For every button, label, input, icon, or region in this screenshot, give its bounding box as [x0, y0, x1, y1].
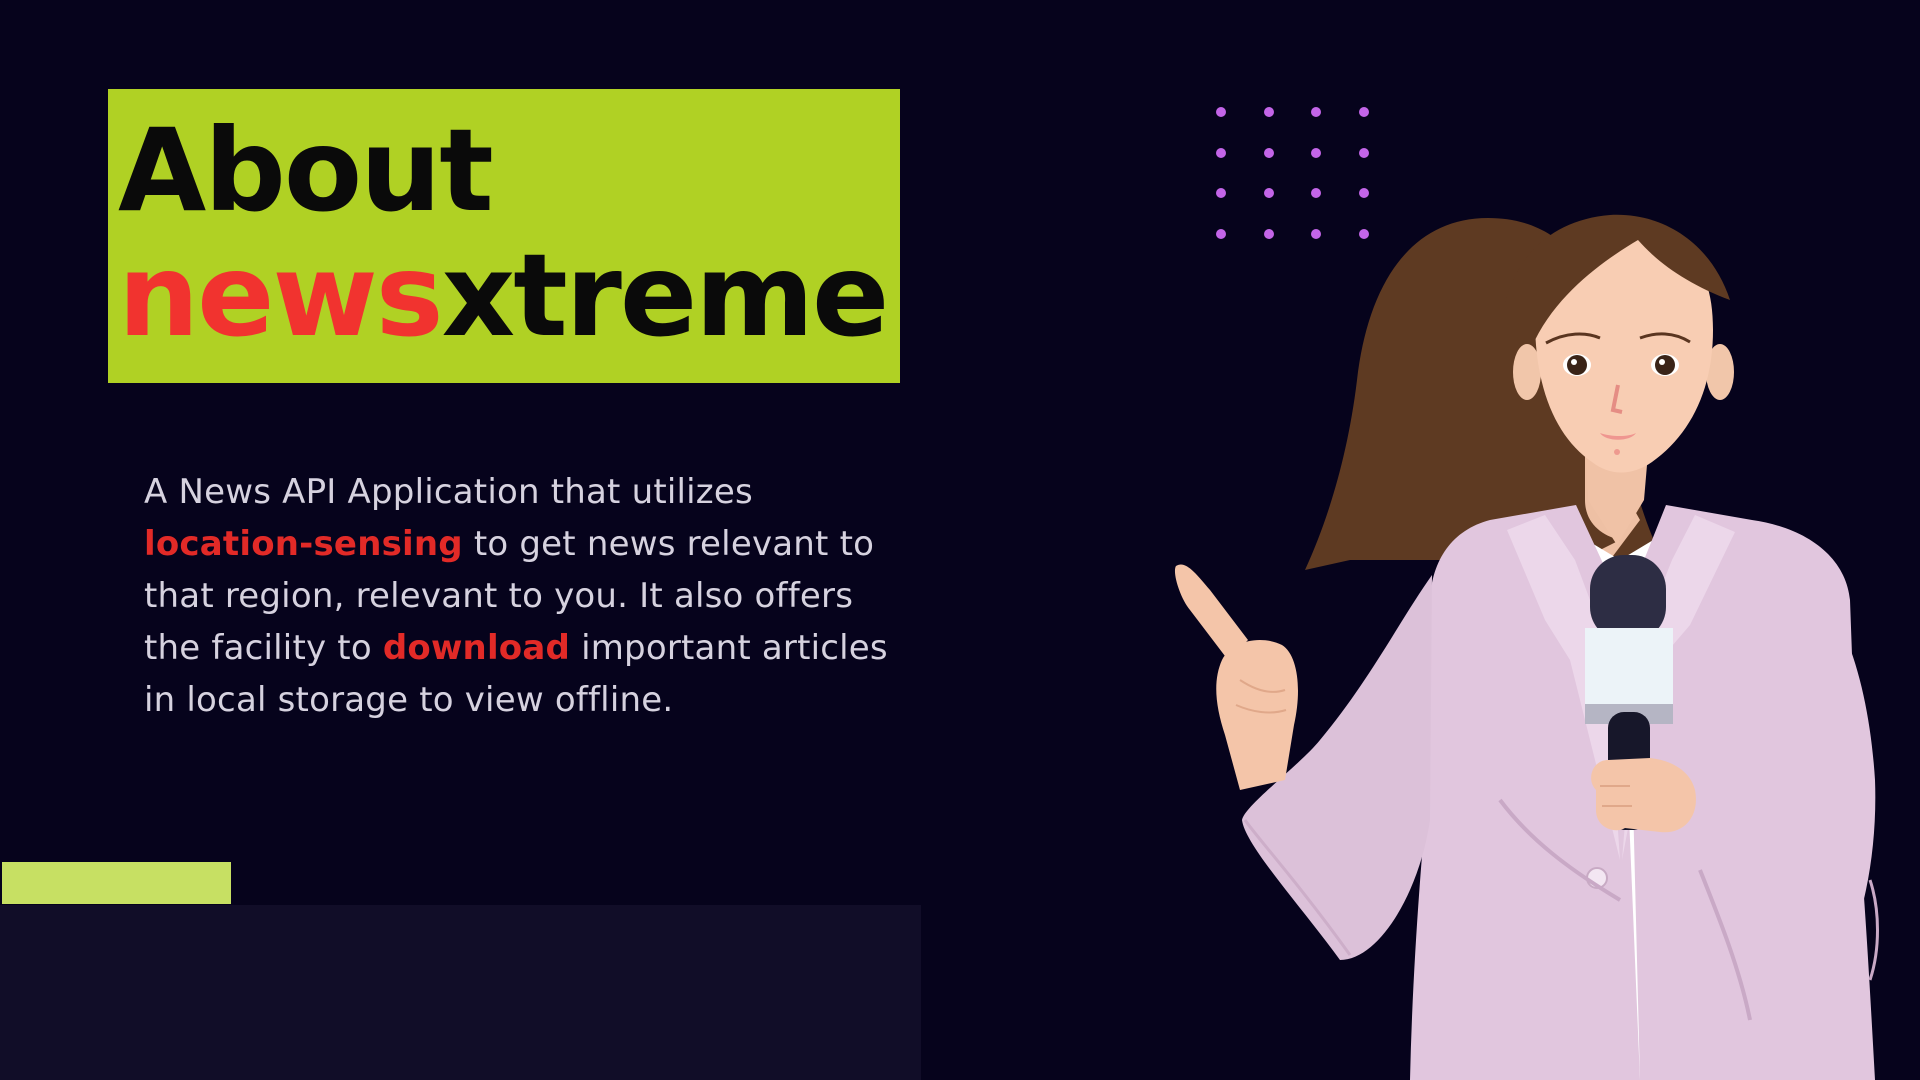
news-reporter-with-microphone-icon: [1174, 214, 1879, 1080]
app-description: A News API Application that utilizes loc…: [144, 466, 904, 726]
page-title-line-1: About: [118, 104, 494, 237]
brand-rest: xtreme: [441, 229, 890, 362]
footer-panel: [0, 905, 921, 1080]
download-highlight: download: [382, 628, 571, 668]
location-sensing-highlight: location-sensing: [144, 524, 463, 564]
page-title-line-2: newsxtreme: [118, 239, 889, 353]
brand-highlight: news: [118, 229, 444, 362]
accent-bar: [2, 862, 231, 904]
title-box: About newsxtreme: [108, 89, 900, 383]
description-part-1: A News API Application that utilizes: [144, 472, 753, 512]
